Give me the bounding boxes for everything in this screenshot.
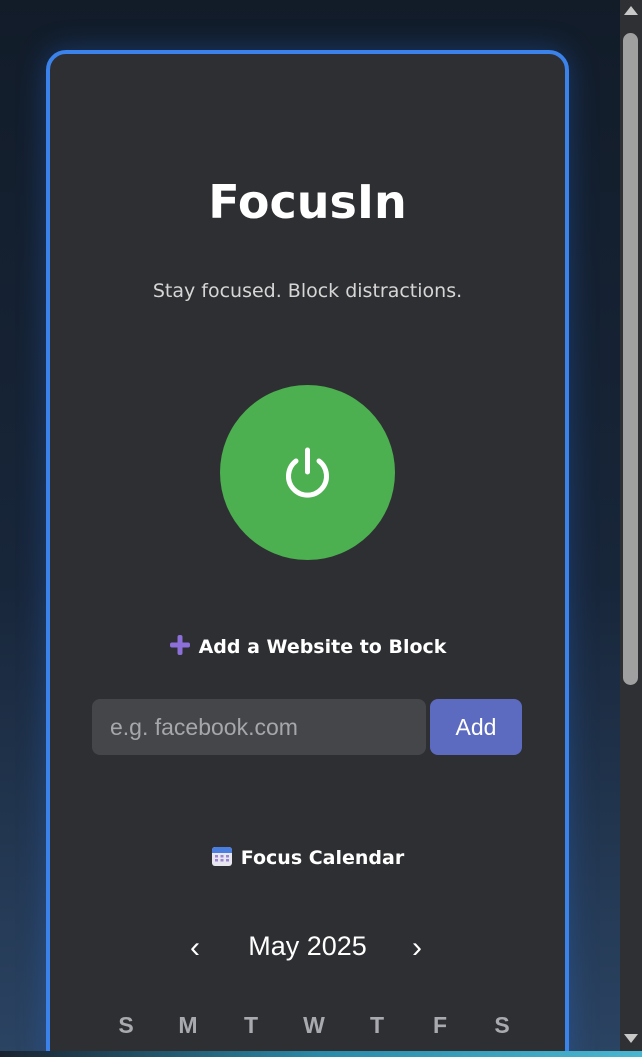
month-label: May 2025 [248, 931, 367, 961]
add-button[interactable]: Add [430, 699, 522, 755]
app-title: FocusIn [208, 175, 407, 229]
website-input[interactable] [92, 699, 426, 755]
focus-calendar-heading: Focus Calendar [50, 845, 565, 872]
bottom-edge-strip [0, 1051, 642, 1057]
month-navigation: May 2025 ‹ › [50, 926, 565, 966]
add-website-heading-label: Add a Website to Block [198, 636, 447, 658]
weekday-wednesday: W [303, 1012, 325, 1038]
power-icon [286, 447, 329, 498]
prev-month-button[interactable]: ‹ [190, 930, 200, 966]
scroll-up-arrow-icon[interactable] [624, 6, 638, 15]
scroll-down-arrow-icon[interactable] [624, 1034, 638, 1043]
popup-card: FocusIn Stay focused. Block distractions… [46, 50, 569, 1057]
weekday-monday: M [178, 1012, 198, 1038]
add-website-heading: Add a Website to Block [50, 634, 565, 661]
weekday-thursday: T [369, 1012, 385, 1038]
weekday-header: S M T W T F S [106, 1012, 516, 1042]
weekday-tuesday: T [243, 1012, 259, 1038]
vertical-scrollbar[interactable] [620, 0, 642, 1051]
next-month-button[interactable]: › [412, 930, 422, 966]
calendar-icon [211, 845, 233, 872]
weekday-sunday: S [118, 1012, 134, 1038]
app-subtitle: Stay focused. Block distractions. [152, 280, 463, 302]
plus-icon [169, 634, 191, 661]
weekday-friday: F [432, 1012, 448, 1038]
add-website-row: Add [92, 699, 522, 755]
weekday-saturday: S [494, 1012, 510, 1038]
focus-calendar-heading-label: Focus Calendar [240, 847, 405, 869]
power-toggle-button[interactable] [220, 385, 395, 560]
scroll-thumb[interactable] [623, 33, 638, 685]
